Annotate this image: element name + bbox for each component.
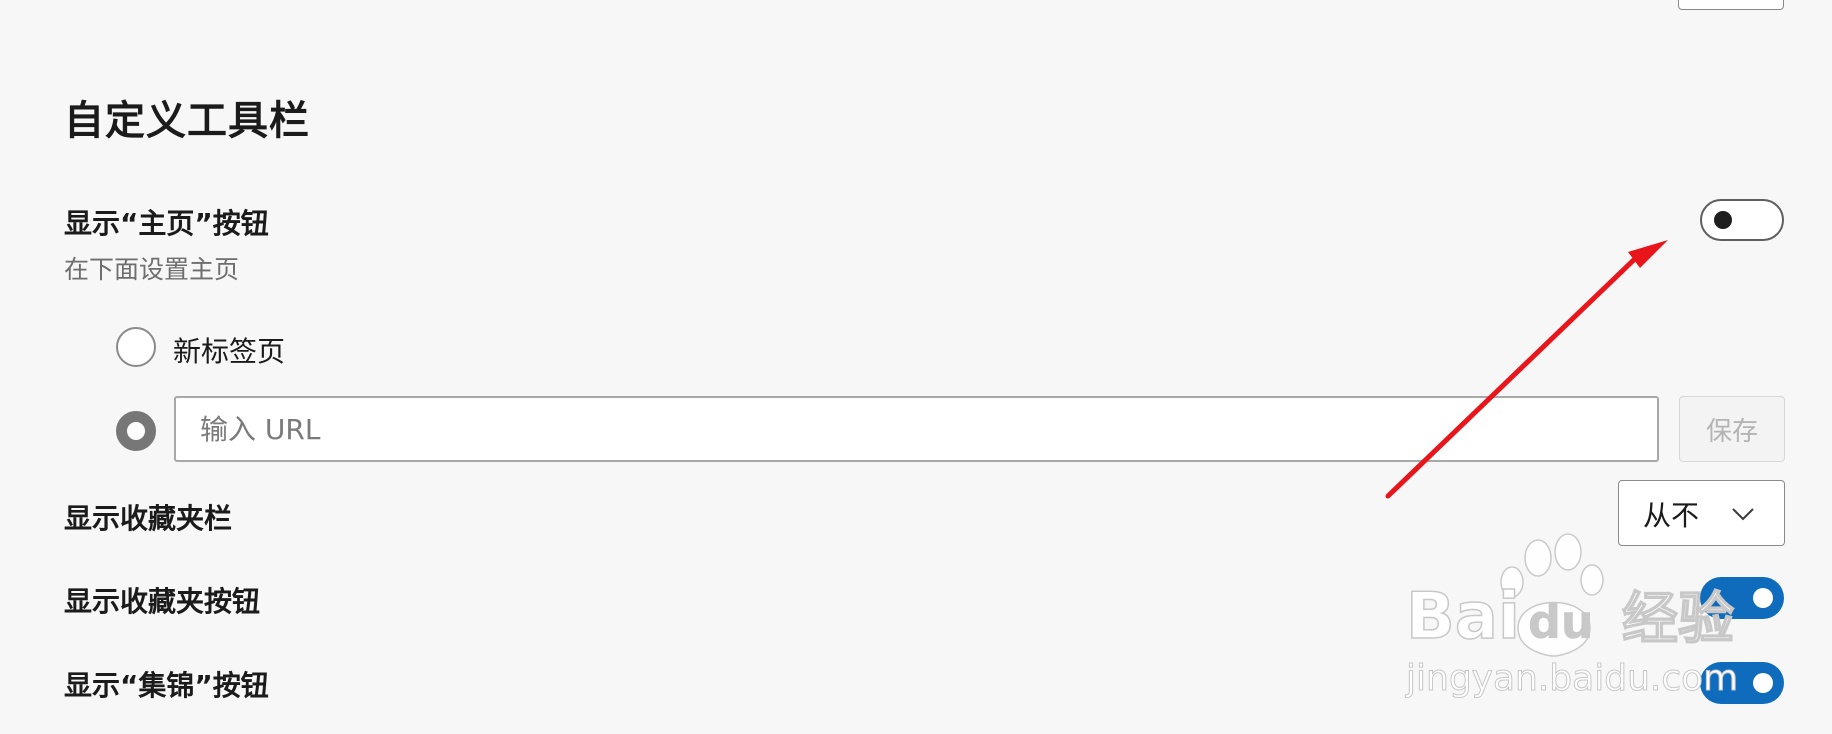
toggle-knob [1753,673,1773,693]
home-button-sublabel: 在下面设置主页 [64,255,240,284]
radio-url[interactable] [116,411,156,451]
toggle-knob [1714,211,1732,229]
favorites-button-toggle[interactable] [1700,577,1784,619]
radio-new-tab[interactable] [116,327,156,367]
paw-logo-icon [1500,533,1604,657]
dropdown-value: 从不 [1643,499,1700,532]
home-button-label: 显示“主页”按钮 [64,207,269,240]
watermark-brand-du: du [1528,595,1594,649]
save-button[interactable]: 保存 [1679,396,1785,462]
watermark-brand-latin: Bai [1406,580,1520,654]
watermark-url: jingyan.baidu.com [1405,658,1738,699]
home-button-toggle[interactable] [1700,199,1784,241]
url-input[interactable] [174,396,1659,462]
top-clipped-button[interactable] [1678,0,1784,10]
arrow-head-icon [1628,240,1668,268]
collections-button-toggle[interactable] [1700,662,1784,704]
radio-new-tab-label[interactable]: 新标签页 [173,330,285,370]
favorites-bar-label: 显示收藏夹栏 [64,502,233,535]
favorites-bar-dropdown[interactable]: 从不 [1618,480,1785,546]
collections-button-label: 显示“集锦”按钮 [64,669,269,702]
section-title: 自定义工具栏 [64,98,310,144]
toggle-knob [1753,588,1773,608]
favorites-button-label: 显示收藏夹按钮 [64,585,261,618]
chevron-down-icon [1732,508,1754,521]
